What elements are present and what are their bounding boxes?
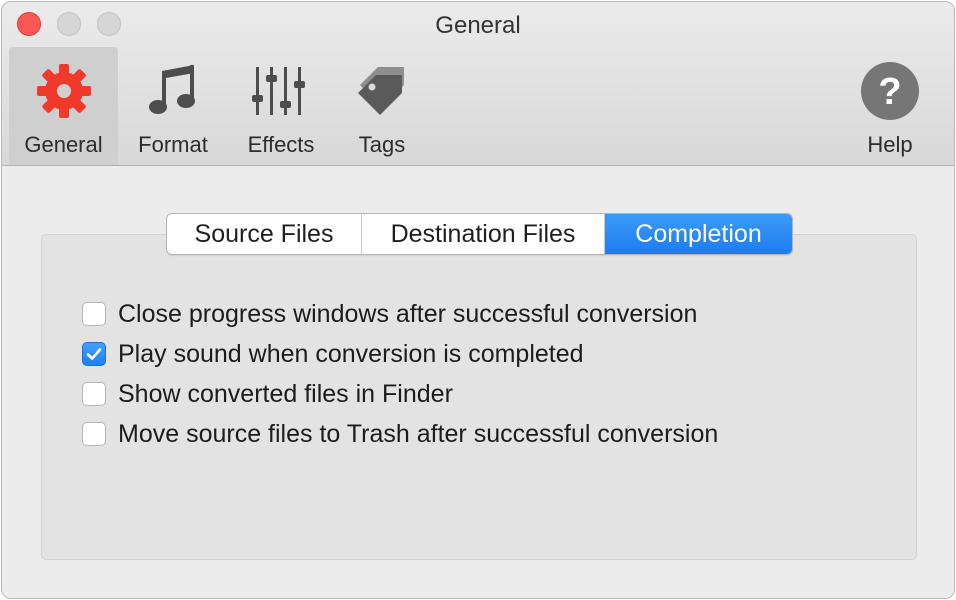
toolbar-label-general: General xyxy=(24,132,103,157)
preferences-window: General General Format Effects Tags ? He… xyxy=(1,1,955,599)
option-move-to-trash[interactable]: Move source files to Trash after success… xyxy=(82,414,718,454)
music-note-icon xyxy=(123,61,223,121)
toolbar-label-effects: Effects xyxy=(247,132,315,157)
gear-icon xyxy=(9,61,118,121)
toolbar-label-format: Format xyxy=(138,132,208,157)
tab-destination-files[interactable]: Destination Files xyxy=(361,214,604,254)
sliders-icon xyxy=(231,61,331,121)
option-label: Play sound when conversion is completed xyxy=(118,339,584,368)
toolbar-item-general[interactable]: General xyxy=(9,47,118,165)
toolbar-item-help[interactable]: ? Help xyxy=(844,47,936,165)
option-label: Move source files to Trash after success… xyxy=(118,419,719,448)
tag-icon xyxy=(338,61,426,121)
checkbox-show-in-finder[interactable] xyxy=(82,382,106,406)
checkbox-play-sound[interactable] xyxy=(82,342,106,366)
help-icon: ? xyxy=(844,61,936,121)
help-icon-glyph: ? xyxy=(878,71,901,113)
preferences-content: Source Files Destination Files Completio… xyxy=(2,166,954,598)
option-play-sound[interactable]: Play sound when conversion is completed xyxy=(82,334,718,374)
toolbar-item-effects[interactable]: Effects xyxy=(231,47,331,165)
toolbar-item-tags[interactable]: Tags xyxy=(338,47,426,165)
tab-segmented-control: Source Files Destination Files Completio… xyxy=(166,213,793,255)
tab-completion[interactable]: Completion xyxy=(604,214,792,254)
toolbar-label-tags: Tags xyxy=(358,132,406,157)
completion-options-list: Close progress windows after successful … xyxy=(82,294,718,454)
checkbox-close-progress-windows[interactable] xyxy=(82,302,106,326)
window-title: General xyxy=(435,12,521,39)
checkmark-icon xyxy=(86,348,102,360)
toolbar-label-help: Help xyxy=(867,132,913,157)
option-label: Close progress windows after successful … xyxy=(118,299,698,328)
toolbar-item-format[interactable]: Format xyxy=(123,47,223,165)
option-show-in-finder[interactable]: Show converted files in Finder xyxy=(82,374,718,414)
title-toolbar-area: General General Format Effects Tags ? He… xyxy=(2,2,954,166)
tab-source-files[interactable]: Source Files xyxy=(167,214,361,254)
option-label: Show converted files in Finder xyxy=(118,379,453,408)
checkbox-move-to-trash[interactable] xyxy=(82,422,106,446)
option-close-progress-windows[interactable]: Close progress windows after successful … xyxy=(82,294,718,334)
